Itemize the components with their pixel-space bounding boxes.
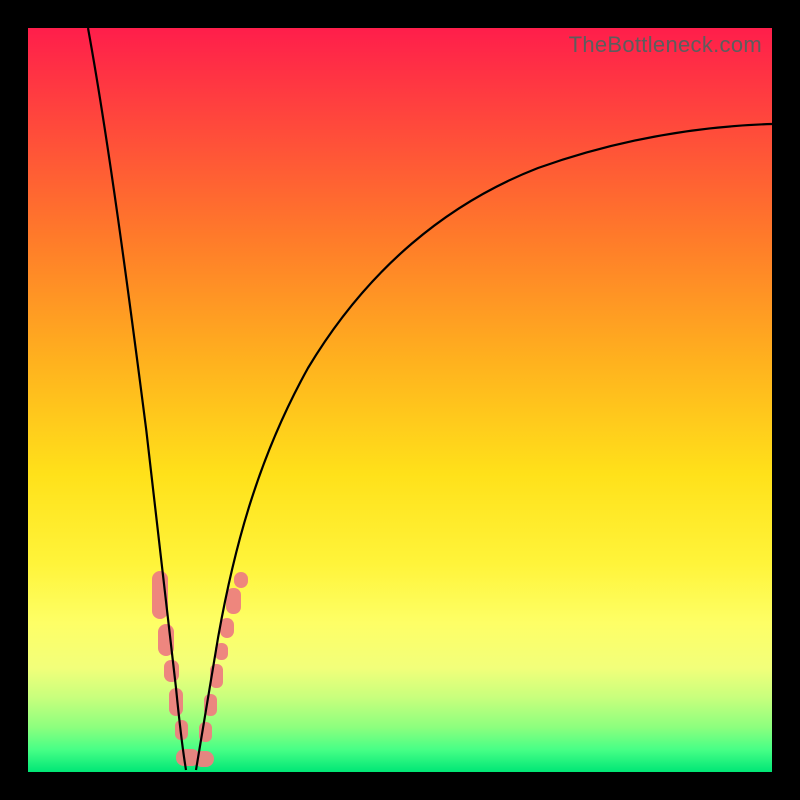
chart-overlay bbox=[28, 28, 772, 772]
plot-area: TheBottleneck.com bbox=[28, 28, 772, 772]
curve-right bbox=[196, 124, 772, 770]
chart-frame: TheBottleneck.com bbox=[0, 0, 800, 800]
curve-left bbox=[88, 28, 186, 770]
watermark-text: TheBottleneck.com bbox=[569, 32, 762, 58]
highlight-blobs-bottom bbox=[176, 749, 214, 767]
highlight-blobs-left bbox=[152, 571, 188, 740]
highlight-blobs-right bbox=[199, 572, 248, 742]
